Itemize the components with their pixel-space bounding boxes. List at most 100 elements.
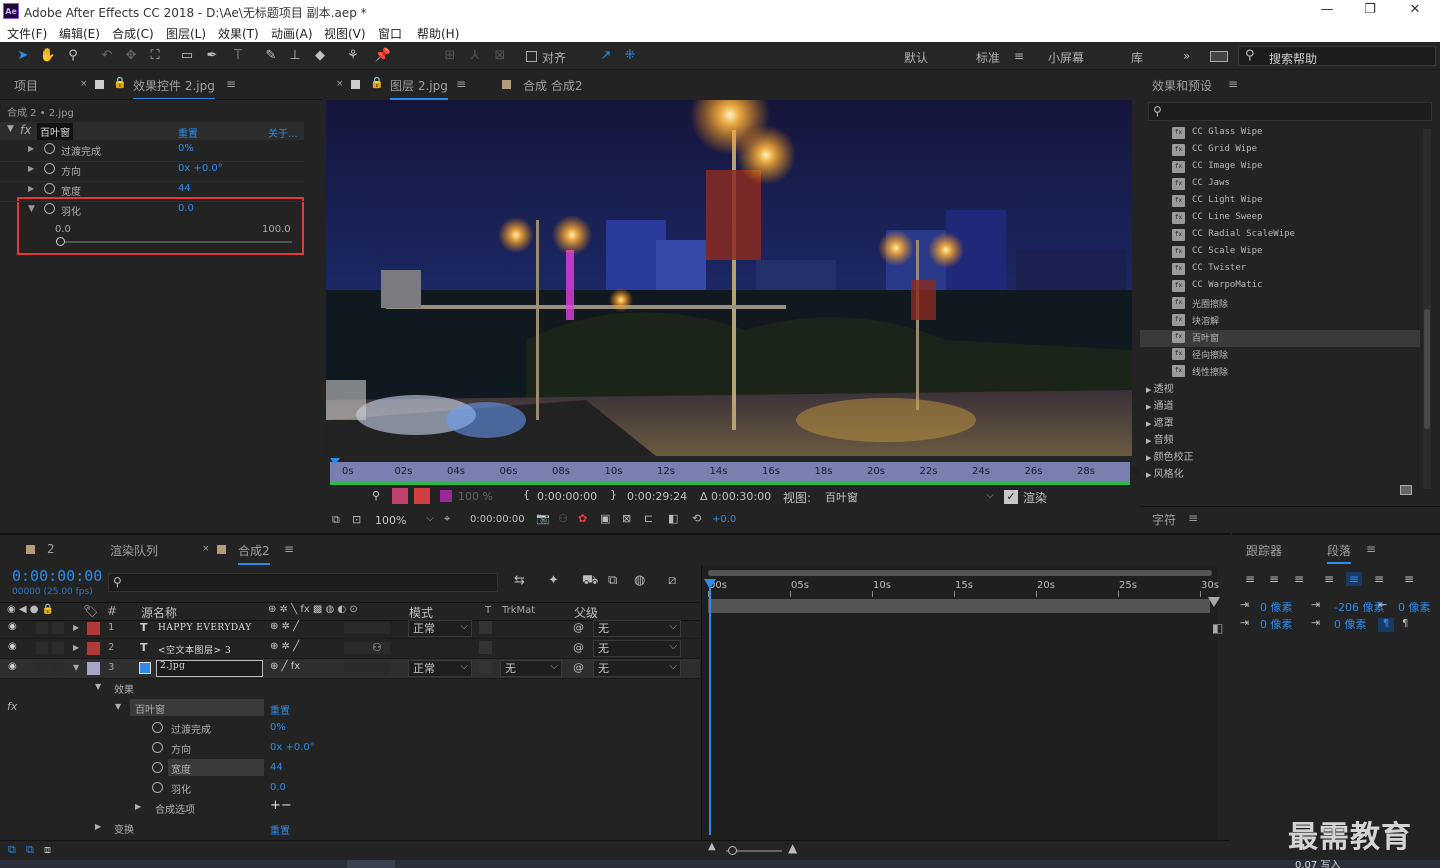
- in-point-time[interactable]: 0:00:00:00: [537, 490, 597, 503]
- hand-tool-icon[interactable]: ✋: [39, 47, 57, 65]
- shy-layers-icon[interactable]: ⛟: [582, 573, 598, 590]
- stopwatch-icon[interactable]: [152, 722, 163, 733]
- effect-preset-item[interactable]: fx CC Jaws: [1172, 176, 1432, 193]
- tab-comp-2[interactable]: 2: [47, 542, 55, 556]
- layer-switches-icon[interactable]: ⊕ ✲ ╱: [270, 621, 299, 632]
- prop-value[interactable]: 0%: [178, 143, 194, 154]
- layer-switch-boxes[interactable]: [344, 662, 390, 674]
- view-dropdown[interactable]: 百叶窗: [820, 488, 998, 506]
- taskbar-item[interactable]: [347, 860, 395, 868]
- indent-right-value[interactable]: 0 像素: [1398, 599, 1431, 615]
- tab-effect-controls[interactable]: 效果控件 2.jpg: [133, 77, 215, 100]
- reset-exposure-icon[interactable]: ◧: [668, 512, 678, 525]
- stopwatch-icon[interactable]: [152, 782, 163, 793]
- graph-editor-icon[interactable]: ⧄: [668, 573, 676, 588]
- menu-animation[interactable]: 动画(A): [271, 25, 313, 42]
- effect-preset-item[interactable]: fx CC Scale Wipe: [1172, 244, 1432, 261]
- expand-triangle-icon[interactable]: ▼: [73, 663, 79, 672]
- ltr-direction-icon[interactable]: ¶: [1378, 618, 1394, 632]
- sync-settings-icon[interactable]: [1210, 51, 1228, 62]
- tab-composition[interactable]: 合成 合成2: [523, 77, 582, 94]
- visibility-eye-icon[interactable]: ◉: [8, 661, 17, 672]
- expand-triangle-icon[interactable]: ▶: [28, 184, 34, 193]
- effect-preset-item[interactable]: fx CC Glass Wipe: [1172, 125, 1432, 142]
- menu-window[interactable]: 窗口: [378, 25, 402, 42]
- expand-triangle-icon[interactable]: ▶: [73, 643, 79, 652]
- layer-label-color[interactable]: [87, 662, 100, 675]
- parent-pickwhip-icon[interactable]: @: [573, 661, 584, 674]
- menu-effect[interactable]: 效果(T): [218, 25, 259, 42]
- effect-preset-item[interactable]: fx CC Light Wipe: [1172, 193, 1432, 210]
- show-snapshot-icon[interactable]: ⚇: [558, 512, 568, 525]
- tree-prop-value[interactable]: 0x +0.0°: [270, 742, 315, 753]
- expand-triangle-icon[interactable]: ▶: [28, 164, 34, 173]
- snap-feather-icon[interactable]: ⁜: [621, 47, 639, 65]
- audio-switch[interactable]: [36, 662, 48, 674]
- panel-menu-icon[interactable]: ≡: [1366, 542, 1376, 556]
- roto-brush-tool-icon[interactable]: ⚘: [344, 47, 362, 65]
- expand-triangle-icon[interactable]: ▶: [73, 623, 79, 632]
- playhead-line[interactable]: [709, 579, 711, 835]
- person-icon[interactable]: [414, 488, 430, 504]
- layer-row[interactable]: ◉ ▶ 1 T HAPPY EVERYDAY ⊕ ✲ ╱ 正常 @ 无: [0, 619, 700, 639]
- panel-menu-icon[interactable]: ≡: [226, 77, 236, 91]
- effect-preset-item[interactable]: fx CC Grid Wipe: [1172, 142, 1432, 159]
- tab-paragraph[interactable]: 段落: [1327, 542, 1352, 564]
- space-after-value[interactable]: 0 像素: [1334, 616, 1367, 632]
- solo-switch[interactable]: [52, 642, 64, 654]
- layer-switches-icon[interactable]: ⊕ ╱ fx: [270, 661, 300, 672]
- preserve-transparency-box[interactable]: [479, 621, 492, 634]
- eraser-tool-icon[interactable]: ◆: [311, 47, 329, 65]
- effect-preset-item[interactable]: fx CC Twister: [1172, 261, 1432, 278]
- motion-blur-icon[interactable]: ◍: [634, 573, 645, 588]
- layer-name[interactable]: HAPPY EVERYDAY: [158, 623, 252, 633]
- align-center-icon[interactable]: ≡: [1266, 572, 1282, 586]
- selection-tool-icon[interactable]: ➤: [14, 47, 32, 65]
- effect-category[interactable]: ▶ 音频: [1146, 431, 1174, 446]
- tab-comp-active[interactable]: 合成2: [238, 542, 270, 565]
- menu-layer[interactable]: 图层(L): [166, 25, 206, 42]
- audio-switch[interactable]: [36, 642, 48, 654]
- layer-switch-boxes[interactable]: [344, 622, 390, 634]
- zoom-dropdown[interactable]: 100%: [370, 511, 438, 529]
- tab-close-icon[interactable]: ×: [80, 79, 88, 89]
- expand-triangle-icon[interactable]: ▼: [95, 682, 101, 691]
- layer-name[interactable]: 2.jpg: [156, 660, 263, 677]
- work-area-bar[interactable]: [708, 599, 1210, 613]
- fx-icon[interactable]: fx: [20, 123, 31, 137]
- parent-pickwhip-icon[interactable]: @: [573, 621, 584, 634]
- layer-search-box[interactable]: ⚲: [108, 573, 498, 592]
- space-before-value[interactable]: 0 像素: [1260, 616, 1293, 632]
- menu-file[interactable]: 文件(F): [7, 25, 47, 42]
- effect-category[interactable]: ▶ 风格化: [1146, 465, 1184, 480]
- out-point-icon[interactable]: }: [610, 488, 617, 501]
- align-left-icon[interactable]: ≡: [1242, 572, 1258, 586]
- panel-menu-icon[interactable]: ≡: [284, 542, 294, 556]
- stopwatch-icon[interactable]: [44, 143, 55, 154]
- close-button[interactable]: ✕: [1400, 2, 1430, 17]
- time-navigator[interactable]: [708, 570, 1212, 576]
- expand-triangle-icon[interactable]: ▼: [115, 702, 121, 711]
- indent-left-value[interactable]: 0 像素: [1260, 599, 1293, 615]
- parent-dropdown[interactable]: 无: [593, 639, 681, 657]
- lock-icon[interactable]: 🔒: [370, 76, 384, 89]
- transparent-grid-icon[interactable]: [392, 488, 408, 504]
- zoom-out-icon[interactable]: ▲: [708, 841, 716, 852]
- work-area-bar[interactable]: [330, 482, 1130, 485]
- local-axis-icon[interactable]: ⊞: [441, 47, 459, 65]
- layer-row[interactable]: ◉ ▶ 2 T <空文本图层> 3 ⊕ ✲ ╱ ⚇ @ 无: [0, 639, 700, 659]
- frame-blending-icon[interactable]: ⧉: [608, 573, 617, 588]
- work-area-end-icon[interactable]: [1208, 597, 1220, 607]
- expand-triangle-icon[interactable]: ▶: [95, 822, 101, 831]
- solo-switch[interactable]: [52, 662, 64, 674]
- walk-icon[interactable]: ⚲: [372, 489, 380, 502]
- clone-stamp-tool-icon[interactable]: ⊥: [286, 47, 304, 65]
- tree-effect-name[interactable]: 百叶窗: [135, 701, 165, 716]
- prop-value[interactable]: 0x +0.0°: [178, 163, 223, 174]
- justify-right-icon[interactable]: ≡: [1371, 572, 1387, 586]
- panel-menu-icon[interactable]: ≡: [1228, 77, 1238, 91]
- parent-dropdown[interactable]: 无: [593, 659, 681, 677]
- layer-3d-icon[interactable]: ⚇: [372, 641, 382, 654]
- menu-help[interactable]: 帮助(H): [417, 25, 459, 42]
- visibility-eye-icon[interactable]: ◉: [8, 621, 17, 632]
